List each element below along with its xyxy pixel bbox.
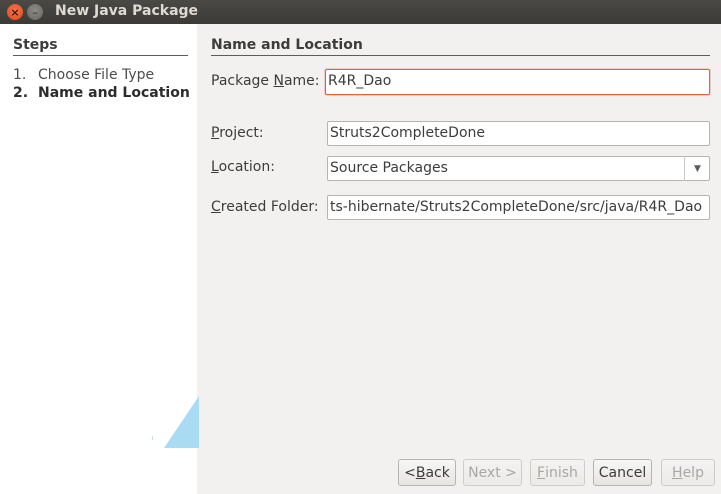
decorative-wedge-icon [152,396,199,448]
window-title: New Java Package [55,3,199,19]
minimize-icon[interactable]: – [27,4,43,20]
finish-button[interactable]: Finish [530,459,585,486]
created-folder-label: Created Folder: [211,199,319,215]
steps-title: Steps [13,37,58,53]
cancel-button[interactable]: Cancel [593,459,652,486]
step-label: Name and Location [38,85,190,101]
step-name-and-location: 2. Name and Location [13,85,190,101]
step-choose-file-type: 1. Choose File Type [13,67,154,83]
created-folder-field: ts-hibernate/Struts2CompleteDone/src/jav… [327,195,710,220]
section-divider [211,55,710,56]
location-select[interactable]: Source Packages [327,156,710,181]
title-bar: × – New Java Package [0,0,721,24]
help-button[interactable]: Help [661,459,715,486]
close-icon[interactable]: × [7,4,23,20]
step-number: 1. [13,67,27,83]
steps-panel: Steps 1. Choose File Type 2. Name and Loca… [0,24,199,494]
location-label: Location: [211,159,275,175]
step-number: 2. [13,85,29,101]
section-title: Name and Location [211,37,363,53]
step-label: Choose File Type [38,67,155,83]
project-field: Struts2CompleteDone [327,121,710,146]
project-label: Project: [211,125,264,141]
steps-divider [13,55,188,56]
back-button[interactable]: < Back [398,459,456,486]
package-name-input[interactable]: R4R_Dao [325,69,710,95]
package-name-label: Package Name: [211,73,320,89]
next-button[interactable]: Next > [463,459,522,486]
chevron-down-icon[interactable]: ▼ [684,156,710,181]
